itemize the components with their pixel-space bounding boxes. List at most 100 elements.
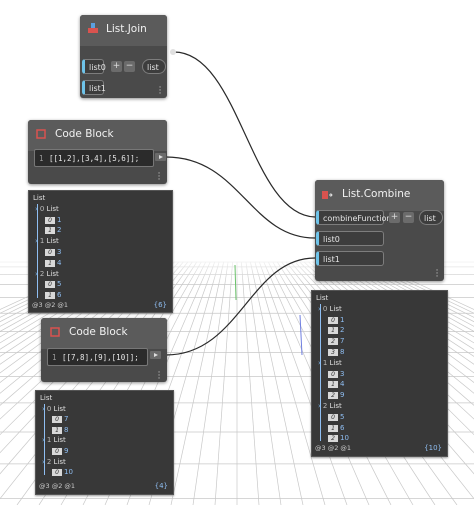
expand-arrow-icon[interactable]: ›: [42, 436, 45, 444]
node-title: List.Combine: [342, 188, 411, 200]
list-levels[interactable]: @3 @2 @1: [32, 301, 68, 309]
node-title: Code Block: [69, 326, 128, 338]
code-text[interactable]: [[1,2],[3,4],[5,6]];: [49, 154, 139, 163]
item-value: 2: [57, 226, 62, 235]
output-connector[interactable]: [170, 49, 176, 55]
item-index: 1: [45, 292, 55, 300]
preview-sublist-row[interactable]: › 2 List: [35, 270, 59, 279]
preview-sublist-row[interactable]: › 0 List: [35, 205, 59, 214]
add-input-button[interactable]: +: [111, 61, 122, 72]
node-menu-icon[interactable]: · · ·: [435, 267, 439, 282]
preview-item-row[interactable]: 12: [328, 326, 344, 335]
preview-item-row[interactable]: 12: [45, 226, 61, 235]
preview-item-row[interactable]: 16: [328, 424, 344, 433]
output-port-list[interactable]: list: [419, 210, 443, 225]
expand-arrow-icon[interactable]: ›: [318, 359, 321, 367]
wire-codeblock1-to-list0[interactable]: [165, 156, 316, 239]
input-port-list1[interactable]: list1: [82, 80, 106, 95]
item-value: 8: [340, 348, 345, 356]
preview-item-row[interactable]: 05: [328, 413, 344, 422]
remove-input-button[interactable]: −: [403, 212, 414, 223]
preview-item-row[interactable]: 2 10: [328, 434, 349, 443]
watch-preview-2[interactable]: List › 0 List 0 7 1 8 › 1 List 0 9 › 2 List 0 10 @3 @2…: [35, 390, 174, 495]
preview-item-row[interactable]: 14: [328, 380, 344, 389]
wire-join-to-combine[interactable]: [173, 51, 316, 218]
expand-arrow-icon[interactable]: ›: [35, 237, 38, 245]
list-levels[interactable]: @3 @2 @1: [315, 444, 351, 452]
preview-root-row[interactable]: List: [316, 294, 328, 303]
preview-sublist-row[interactable]: › 0 List: [318, 305, 342, 314]
preview-sublist-row[interactable]: › 2 List: [318, 402, 342, 411]
code-block-node-2[interactable]: Code Block 1 [[7,8],[9],[10]]; · · ·: [41, 318, 167, 384]
input-port-combine-function[interactable]: combineFunction: [316, 210, 391, 225]
expand-arrow-icon[interactable]: ›: [318, 305, 321, 313]
preview-item-row[interactable]: 09: [52, 447, 68, 456]
code-editor[interactable]: 1 [[1,2],[3,4],[5,6]];: [34, 149, 154, 167]
preview-root-row[interactable]: List: [40, 394, 52, 403]
item-index: 3: [328, 349, 338, 356]
preview-sublist-row[interactable]: › 0 List: [42, 405, 66, 414]
preview-sublist-row[interactable]: › 1 List: [42, 436, 66, 445]
watch-preview-1[interactable]: List › 0 List 0 1 1 2 › 1 List 0 3 1 4 › 2 List 0 5 1 6 @3…: [28, 190, 173, 313]
node-menu-icon[interactable]: · · ·: [157, 369, 161, 384]
expand-arrow-icon[interactable]: ›: [35, 205, 38, 213]
item-count: {6}: [153, 301, 167, 309]
remove-input-button[interactable]: −: [124, 61, 135, 72]
preview-item-row[interactable]: 03: [45, 248, 61, 257]
sublist-label: List: [329, 304, 342, 313]
item-value: 1: [57, 215, 62, 224]
preview-item-row[interactable]: 16: [45, 291, 61, 300]
list-combine-icon: [322, 191, 333, 199]
input-port-list0[interactable]: list0: [82, 59, 106, 74]
list-combine-node[interactable]: List.Combine combineFunction + − list li…: [315, 180, 444, 282]
input-port-list0[interactable]: list0: [316, 231, 384, 246]
preview-item-row[interactable]: 01: [45, 216, 61, 225]
line-number: 1: [52, 353, 57, 362]
preview-item-row[interactable]: 38: [328, 348, 344, 357]
preview-item-row[interactable]: 07: [52, 415, 68, 424]
expand-arrow-icon[interactable]: ›: [35, 270, 38, 278]
item-index: 1: [45, 227, 55, 235]
code-editor[interactable]: 1 [[7,8],[9],[10]];: [47, 348, 148, 366]
item-value: 8: [64, 425, 69, 434]
item-index: 0: [328, 370, 338, 378]
output-port[interactable]: [150, 351, 161, 359]
watch-preview-3[interactable]: List › 0 List 0 1 1 2 2 7 3 8 › 1 List 0 3 1 4 2 9 › 2 List 0…: [311, 290, 448, 457]
output-port[interactable]: [155, 153, 166, 161]
preview-item-row[interactable]: 18: [52, 426, 68, 435]
item-value: 7: [64, 415, 69, 424]
preview-sublist-row[interactable]: › 2 List: [42, 458, 66, 467]
preview-root-label: List: [40, 394, 53, 402]
item-value: 2: [340, 326, 345, 335]
preview-root-row[interactable]: List: [33, 194, 45, 203]
preview-item-row[interactable]: 03: [328, 370, 344, 379]
node-menu-icon[interactable]: · · ·: [157, 170, 161, 185]
code-block-node-1[interactable]: Code Block 1 [[1,2],[3,4],[5,6]]; · · ·: [28, 120, 167, 185]
preview-sublist-row[interactable]: › 1 List: [35, 237, 59, 246]
expand-arrow-icon[interactable]: ›: [318, 402, 321, 410]
preview-item-row[interactable]: 01: [328, 316, 344, 325]
list-join-node[interactable]: List.Join list0 + − list list1 · · ·: [80, 15, 167, 99]
item-value: 3: [340, 369, 345, 378]
input-port-list1[interactable]: list1: [316, 251, 384, 266]
node-title: List.Join: [106, 23, 147, 35]
preview-item-row[interactable]: 0 10: [52, 468, 73, 477]
preview-item-row[interactable]: 14: [45, 259, 61, 268]
preview-sublist-row[interactable]: › 1 List: [318, 359, 342, 368]
item-value: 5: [340, 412, 345, 421]
expand-arrow-icon[interactable]: ›: [42, 458, 45, 466]
preview-item-row[interactable]: 29: [328, 391, 344, 400]
item-value: 10: [340, 434, 349, 443]
preview-item-row[interactable]: 27: [328, 337, 344, 346]
sublist-label: List: [53, 436, 66, 445]
output-port-list[interactable]: list: [142, 59, 166, 74]
node-menu-icon[interactable]: · · ·: [158, 84, 162, 99]
item-value: 7: [340, 337, 345, 346]
code-text[interactable]: [[7,8],[9],[10]];: [62, 353, 139, 362]
code-block-icon: [36, 129, 46, 139]
preview-item-row[interactable]: 05: [45, 280, 61, 289]
add-input-button[interactable]: +: [389, 212, 400, 223]
expand-arrow-icon[interactable]: ›: [42, 405, 45, 413]
list-levels[interactable]: @3 @2 @1: [39, 482, 75, 490]
item-index: 0: [52, 448, 62, 455]
